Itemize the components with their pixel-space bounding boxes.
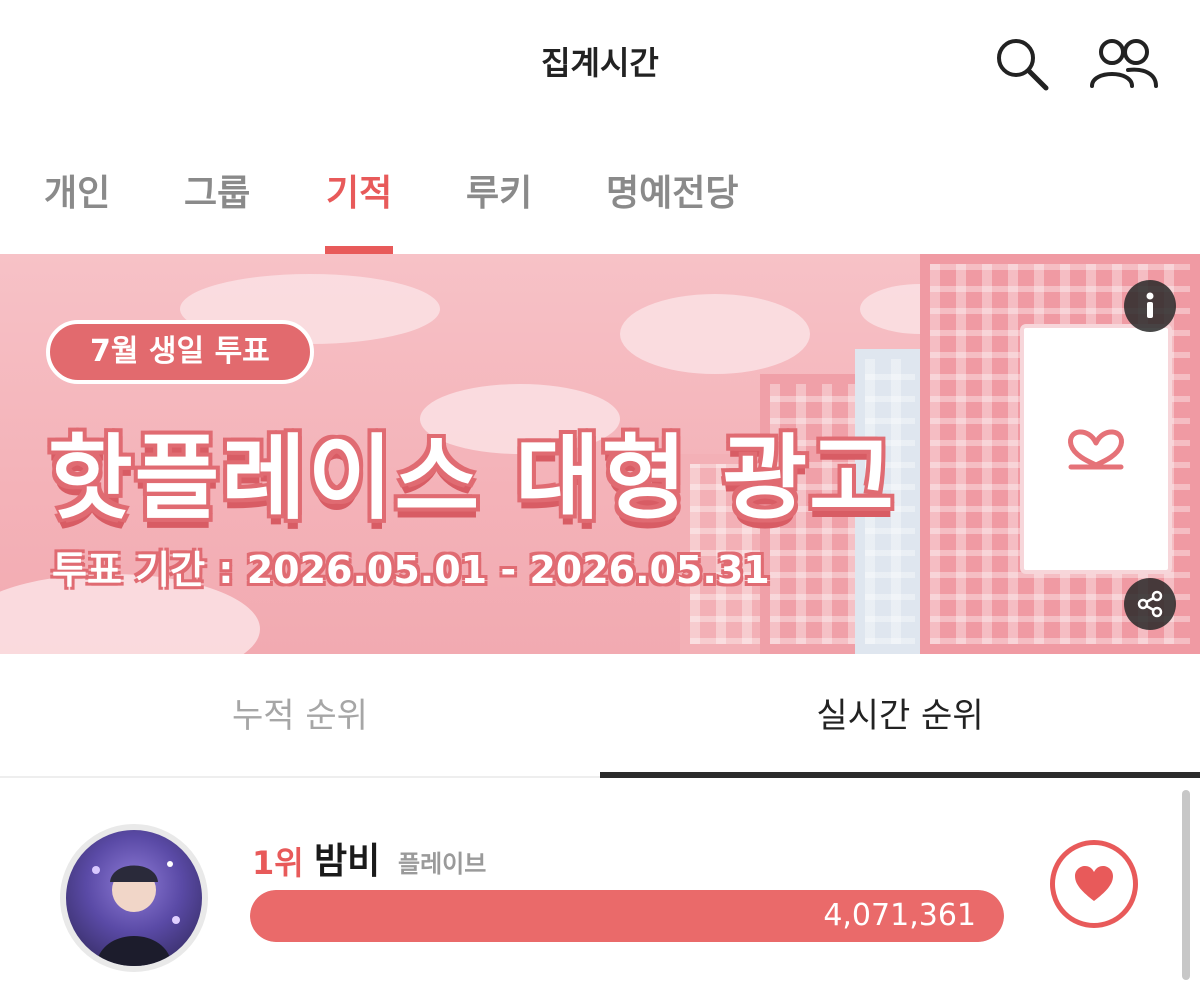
tab-individual[interactable]: 개인 — [44, 164, 110, 216]
event-banner[interactable]: 7월 생일 투표 핫플레이스 대형 광고 투표 기간 : 2026.05.01 … — [0, 254, 1200, 654]
app-header: 집계시간 — [0, 0, 1200, 120]
users-icon[interactable] — [1088, 34, 1160, 94]
active-ranking-tab-indicator — [600, 772, 1200, 778]
ranking-row[interactable]: 1위 밤비 플레이브 4,071,361 — [0, 780, 1200, 987]
banner-period: 투표 기간 : 2026.05.01 - 2026.05.31 — [52, 548, 770, 592]
vote-heart-button[interactable] — [1050, 840, 1138, 928]
share-icon[interactable] — [1124, 578, 1176, 630]
info-icon[interactable] — [1124, 280, 1176, 332]
heart-icon — [1075, 866, 1113, 901]
vote-progress-bar: 4,071,361 — [250, 890, 1004, 942]
banner-badge: 7월 생일 투표 — [46, 320, 314, 384]
cloud-decoration — [620, 294, 810, 374]
avatar — [60, 824, 208, 972]
tab-miracle[interactable]: 기적 — [326, 164, 392, 216]
tab-group[interactable]: 그룹 — [184, 164, 250, 216]
scrollbar[interactable] — [1182, 790, 1190, 980]
vote-count: 4,071,361 — [823, 898, 976, 933]
artist-name: 밤비 — [314, 841, 381, 882]
billboard — [1020, 324, 1172, 574]
tab-realtime-ranking[interactable]: 실시간 순위 — [600, 654, 1200, 778]
active-tab-indicator — [325, 246, 393, 254]
tab-rookie[interactable]: 루키 — [466, 164, 532, 216]
artist-group: 플레이브 — [398, 850, 487, 878]
banner-headline: 핫플레이스 대형 광고 — [48, 425, 896, 532]
rank-number: 1위 — [252, 844, 304, 882]
search-icon[interactable] — [992, 34, 1052, 94]
heart-logo-icon — [1068, 429, 1124, 470]
tab-cumulative-ranking[interactable]: 누적 순위 — [0, 654, 600, 778]
ranking-tabs: 누적 순위 실시간 순위 — [0, 654, 1200, 778]
category-tabs: 개인 그룹 기적 루키 명예전당 — [0, 140, 1200, 254]
tab-hall-of-fame[interactable]: 명예전당 — [606, 164, 738, 216]
